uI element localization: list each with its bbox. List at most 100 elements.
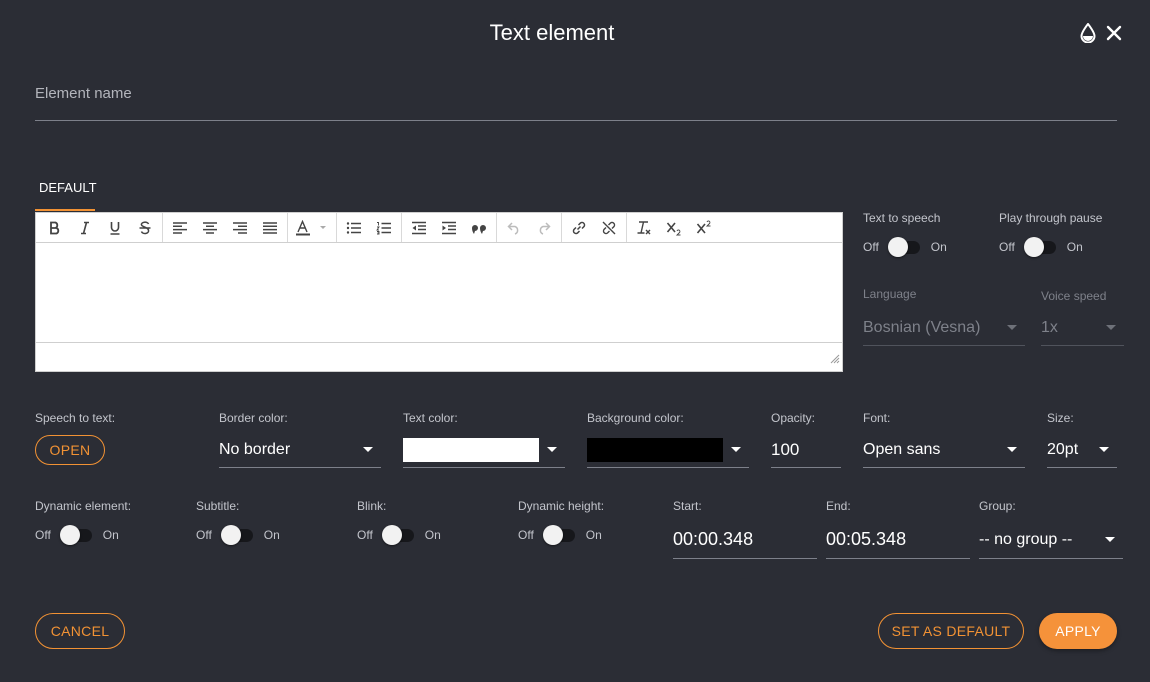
blink-label: Blink: [357, 499, 387, 513]
align-left-icon[interactable] [165, 214, 195, 242]
outdent-icon[interactable] [404, 214, 434, 242]
text-to-speech-label: Text to speech [863, 211, 941, 225]
chevron-down-icon [1106, 325, 1116, 330]
end-time-input[interactable]: 00:05.348 [826, 521, 970, 559]
tab-default[interactable]: DEFAULT [35, 178, 97, 211]
resize-handle-icon[interactable] [830, 351, 840, 369]
chevron-down-icon [1007, 325, 1017, 330]
language-select[interactable]: Bosnian (Vesna) [863, 310, 1025, 346]
redo-icon[interactable] [529, 214, 559, 242]
text-color-select[interactable] [403, 432, 565, 468]
editor-toolbar [36, 213, 842, 243]
header-actions [1078, 22, 1124, 44]
list-group [337, 213, 402, 242]
border-color-select[interactable]: No border [219, 432, 381, 468]
subtitle-toggle: Off On [196, 525, 280, 545]
blink-switch[interactable] [381, 525, 416, 545]
play-through-pause-switch[interactable] [1023, 237, 1058, 257]
subtitle-switch[interactable] [220, 525, 255, 545]
unlink-icon[interactable] [594, 214, 624, 242]
group-value: -- no group -- [979, 530, 1073, 548]
blockquote-icon[interactable] [464, 214, 494, 242]
align-center-icon[interactable] [195, 214, 225, 242]
editor-content-area[interactable] [36, 243, 842, 343]
bulleted-list-icon[interactable] [339, 214, 369, 242]
off-label: Off [999, 240, 1015, 254]
format-group [38, 213, 163, 242]
voice-speed-select[interactable]: 1x [1041, 310, 1124, 346]
undo-icon[interactable] [499, 214, 529, 242]
off-label: Off [357, 528, 373, 542]
dynamic-height-label: Dynamic height: [518, 499, 605, 513]
editor-status-bar [36, 343, 842, 371]
text-to-speech-switch[interactable] [887, 237, 922, 257]
group-select[interactable]: -- no group -- [979, 521, 1123, 559]
font-color-group [288, 213, 337, 242]
speech-to-text-label: Speech to text: [35, 411, 116, 425]
dynamic-element-toggle: Off On [35, 525, 119, 545]
voice-speed-value: 1x [1041, 318, 1058, 336]
size-value: 20pt [1047, 440, 1079, 458]
bold-icon[interactable] [40, 214, 70, 242]
on-label: On [930, 240, 947, 254]
numbered-list-icon[interactable] [369, 214, 399, 242]
align-justify-icon[interactable] [255, 214, 285, 242]
border-color-value: No border [219, 440, 291, 458]
on-label: On [585, 528, 602, 542]
italic-icon[interactable] [70, 214, 100, 242]
start-time-input[interactable]: 00:00.348 [673, 521, 817, 559]
off-label: Off [863, 240, 879, 254]
font-label: Font: [863, 411, 891, 425]
off-label: Off [518, 528, 534, 542]
link-icon[interactable] [564, 214, 594, 242]
on-label: On [102, 528, 119, 542]
chevron-down-icon [1105, 537, 1115, 542]
align-right-icon[interactable] [225, 214, 255, 242]
dialog-title: Text element [489, 20, 615, 45]
align-group [163, 213, 288, 242]
indent-icon[interactable] [434, 214, 464, 242]
chevron-down-icon [1099, 447, 1109, 452]
element-name-field[interactable] [35, 84, 1117, 121]
dynamic-height-toggle: Off On [518, 525, 602, 545]
close-icon[interactable] [1104, 22, 1124, 44]
background-color-swatch [587, 437, 723, 462]
clear-format-icon[interactable] [629, 214, 659, 242]
dynamic-height-switch[interactable] [542, 525, 577, 545]
apply-button[interactable]: APPLY [1039, 613, 1117, 649]
border-color-label: Border color: [219, 411, 288, 425]
misc-group [627, 213, 721, 242]
dynamic-element-label: Dynamic element: [35, 499, 132, 513]
play-through-pause-label: Play through pause [999, 211, 1103, 225]
water-drop-icon[interactable] [1078, 22, 1098, 44]
strikethrough-icon[interactable] [130, 214, 160, 242]
chevron-down-icon [731, 447, 741, 452]
font-select[interactable]: Open sans [863, 432, 1025, 468]
subscript-icon[interactable] [659, 214, 689, 242]
size-select[interactable]: 20pt [1047, 432, 1117, 468]
text-color-label: Text color: [403, 411, 458, 425]
size-label: Size: [1047, 411, 1074, 425]
set-as-default-button[interactable]: SET AS DEFAULT [878, 613, 1024, 649]
opacity-input[interactable]: 100 [771, 432, 841, 468]
underline-icon[interactable] [100, 214, 130, 242]
on-label: On [1066, 240, 1083, 254]
chevron-down-icon [547, 447, 557, 452]
link-group [562, 213, 627, 242]
start-label: Start: [673, 499, 702, 513]
rich-text-editor [35, 212, 843, 372]
on-label: On [424, 528, 441, 542]
element-name-input[interactable] [35, 84, 1117, 102]
language-label: Language [863, 287, 917, 301]
cancel-button[interactable]: CANCEL [35, 613, 125, 649]
background-color-select[interactable] [587, 432, 749, 468]
indent-group [402, 213, 497, 242]
background-color-label: Background color: [587, 411, 684, 425]
text-to-speech-toggle: Off On [863, 237, 947, 257]
font-color-icon[interactable] [290, 214, 334, 242]
speech-to-text-open-button[interactable]: OPEN [35, 435, 105, 465]
history-group [497, 213, 562, 242]
dynamic-element-switch[interactable] [59, 525, 94, 545]
superscript-icon[interactable] [689, 214, 719, 242]
font-value: Open sans [863, 440, 941, 458]
